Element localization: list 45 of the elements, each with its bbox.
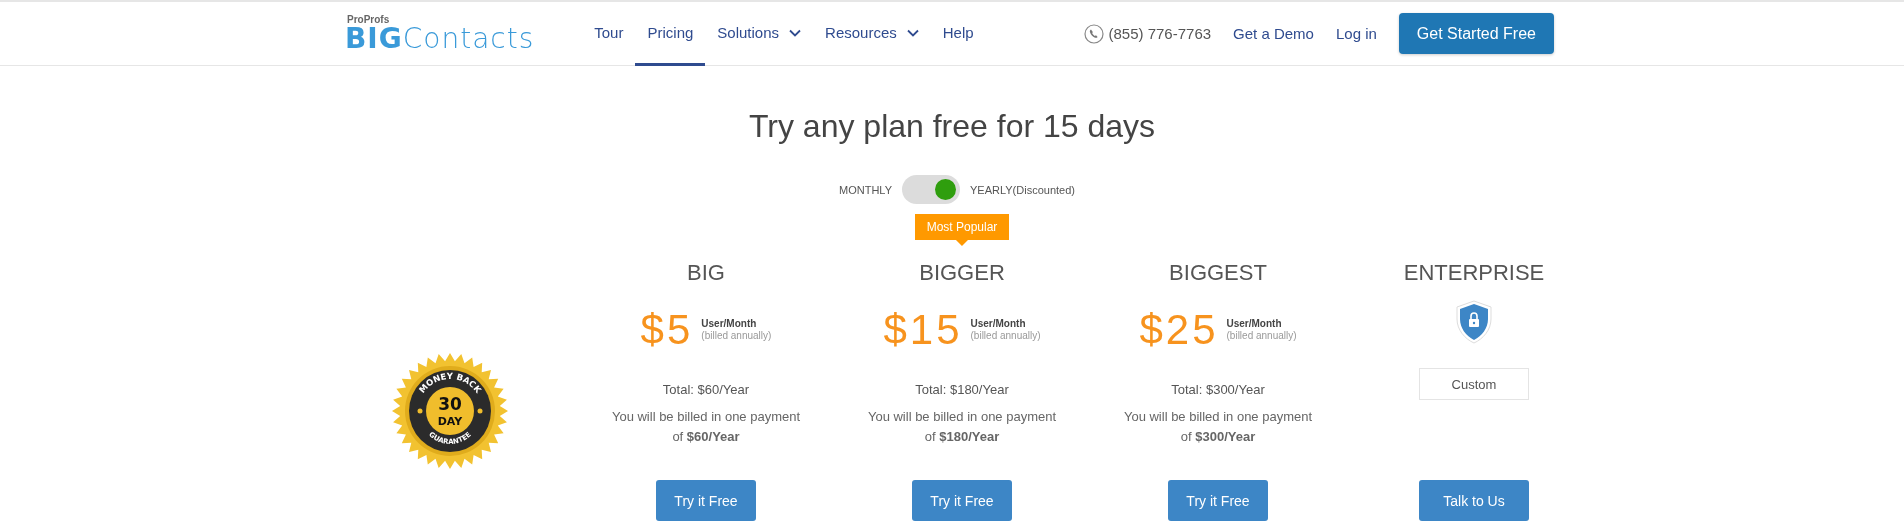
plan-price: $5 — [640, 306, 694, 354]
plan-total: Total: $180/Year — [915, 382, 1009, 397]
price-note: (billed annually) — [970, 330, 1041, 342]
toggle-label: MONTHLY — [839, 183, 892, 196]
get-started-button[interactable]: Get Started Free — [1398, 13, 1554, 54]
toggle-label: YEARLY(Discounted) — [970, 183, 1075, 196]
plan-name: BIG — [687, 260, 725, 286]
nav-link[interactable]: Pricing — [635, 2, 706, 66]
phone-icon — [1083, 23, 1104, 44]
seal-number: 30 — [438, 394, 462, 414]
plan-name: BIGGEST — [1169, 260, 1267, 286]
plan-price: $15 — [883, 306, 963, 354]
price-unit: User/Month — [970, 318, 1027, 330]
billing-toggle[interactable] — [902, 175, 960, 204]
plan-button[interactable]: Try it Free — [912, 480, 1012, 521]
shield-lock-icon — [1455, 300, 1493, 344]
page-title: Try any plan free for 15 days — [747, 108, 1157, 145]
plan-total: Total: $60/Year — [662, 382, 750, 397]
plan-button[interactable]: Try it Free — [1168, 480, 1268, 521]
nav-link[interactable]: Solutions — [705, 2, 814, 66]
billing-note: You will be billed in one payment of $180/Year — [866, 408, 1058, 446]
plan-name: BIGGER — [919, 260, 1005, 286]
plan-button[interactable]: Try it Free — [656, 480, 756, 521]
price-unit: User/Month — [1226, 318, 1283, 330]
phone-number: (855) 776-7763 — [1108, 25, 1212, 42]
plan-name: ENTERPRISE — [1403, 260, 1545, 286]
popular-badge: Most Popular — [914, 214, 1010, 246]
plan-price: $25 — [1139, 306, 1219, 354]
nav-link[interactable]: Tour — [582, 2, 636, 66]
caret-icon — [906, 28, 919, 37]
nav-link[interactable]: Resources — [813, 2, 931, 66]
caret-icon — [789, 28, 802, 37]
header-link[interactable]: Log in — [1335, 25, 1377, 42]
price-note: (billed annually) — [701, 330, 772, 342]
billing-note: You will be billed in one payment of $60/Year — [610, 408, 802, 446]
header-link[interactable]: Get a Demo — [1233, 25, 1314, 42]
price-unit: User/Month — [701, 318, 758, 330]
plan-total: Total: $300/Year — [1171, 382, 1265, 397]
plan-button[interactable]: Talk to Us — [1419, 480, 1529, 521]
billing-note: You will be billed in one payment of $300/Year — [1122, 408, 1314, 446]
seal-text: DAY — [437, 415, 463, 428]
custom-price-box: Custom — [1419, 368, 1529, 400]
nav-link[interactable]: Help — [930, 2, 986, 66]
logo[interactable]: ProProfs BIGContacts — [345, 14, 535, 53]
price-note: (billed annually) — [1226, 330, 1297, 342]
